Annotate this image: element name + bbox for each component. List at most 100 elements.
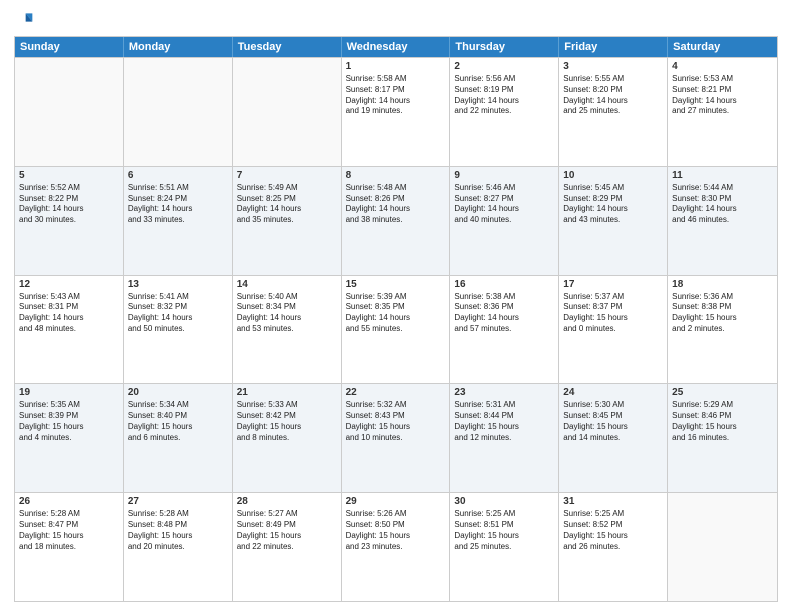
cell-info: Sunrise: 5:53 AM Sunset: 8:21 PM Dayligh… — [672, 74, 773, 117]
calendar-row-4: 26 Sunrise: 5:28 AM Sunset: 8:47 PM Dayli… — [15, 492, 777, 601]
header-cell-saturday: Saturday — [668, 37, 777, 57]
header-cell-tuesday: Tuesday — [233, 37, 342, 57]
calendar-header-row: SundayMondayTuesdayWednesdayThursdayFrid… — [15, 37, 777, 57]
day-cell-26: 26 Sunrise: 5:28 AM Sunset: 8:47 PM Dayli… — [15, 493, 124, 601]
day-cell-5: 5Sunrise: 5:52 AM Sunset: 8:22 PM Daylig… — [15, 167, 124, 275]
day-number: 22 — [346, 387, 446, 398]
logo-area — [14, 10, 38, 30]
logo-icon — [14, 10, 34, 30]
cell-info: Sunrise: 5:51 AM Sunset: 8:24 PM Dayligh… — [128, 183, 228, 226]
day-number: 27 — [128, 496, 228, 507]
day-number: 8 — [346, 170, 446, 181]
header-cell-friday: Friday — [559, 37, 668, 57]
day-cell-28: 28 Sunrise: 5:27 AM Sunset: 8:49 PM Dayli… — [233, 493, 342, 601]
day-number: 11 — [672, 170, 773, 181]
calendar-body: 1 Sunrise: 5:58 AM Sunset: 8:17 PM Daylig… — [15, 57, 777, 601]
day-number: 21 — [237, 387, 337, 398]
day-cell-1: 1 Sunrise: 5:58 AM Sunset: 8:17 PM Daylig… — [342, 58, 451, 166]
empty-cell — [668, 493, 777, 601]
day-number: 26 — [19, 496, 119, 507]
day-cell-6: 6 Sunrise: 5:51 AM Sunset: 8:24 PM Daylig… — [124, 167, 233, 275]
cell-info: Sunrise: 5:34 AM Sunset: 8:40 PM Dayligh… — [128, 400, 228, 443]
day-cell-13: 13 Sunrise: 5:41 AM Sunset: 8:32 PM Dayli… — [124, 276, 233, 384]
day-number: 2 — [454, 61, 554, 72]
header-cell-monday: Monday — [124, 37, 233, 57]
day-number: 4 — [672, 61, 773, 72]
day-cell-4: 4 Sunrise: 5:53 AM Sunset: 8:21 PM Daylig… — [668, 58, 777, 166]
day-number: 6 — [128, 170, 228, 181]
day-cell-24: 24Sunrise: 5:30 AM Sunset: 8:45 PM Dayli… — [559, 384, 668, 492]
cell-info: Sunrise: 5:25 AM Sunset: 8:52 PM Dayligh… — [563, 509, 663, 552]
calendar-row-0: 1 Sunrise: 5:58 AM Sunset: 8:17 PM Daylig… — [15, 57, 777, 166]
day-cell-25: 25Sunrise: 5:29 AM Sunset: 8:46 PM Dayli… — [668, 384, 777, 492]
cell-info: Sunrise: 5:35 AM Sunset: 8:39 PM Dayligh… — [19, 400, 119, 443]
day-number: 7 — [237, 170, 337, 181]
calendar-row-1: 5Sunrise: 5:52 AM Sunset: 8:22 PM Daylig… — [15, 166, 777, 275]
day-cell-19: 19 Sunrise: 5:35 AM Sunset: 8:39 PM Dayli… — [15, 384, 124, 492]
day-number: 9 — [454, 170, 554, 181]
cell-info: Sunrise: 5:27 AM Sunset: 8:49 PM Dayligh… — [237, 509, 337, 552]
day-cell-29: 29Sunrise: 5:26 AM Sunset: 8:50 PM Dayli… — [342, 493, 451, 601]
cell-info: Sunrise: 5:37 AM Sunset: 8:37 PM Dayligh… — [563, 292, 663, 335]
day-number: 23 — [454, 387, 554, 398]
day-cell-16: 16Sunrise: 5:38 AM Sunset: 8:36 PM Dayli… — [450, 276, 559, 384]
cell-info: Sunrise: 5:31 AM Sunset: 8:44 PM Dayligh… — [454, 400, 554, 443]
cell-info: Sunrise: 5:25 AM Sunset: 8:51 PM Dayligh… — [454, 509, 554, 552]
day-cell-18: 18 Sunrise: 5:36 AM Sunset: 8:38 PM Dayli… — [668, 276, 777, 384]
day-cell-31: 31Sunrise: 5:25 AM Sunset: 8:52 PM Dayli… — [559, 493, 668, 601]
header-cell-wednesday: Wednesday — [342, 37, 451, 57]
cell-info: Sunrise: 5:49 AM Sunset: 8:25 PM Dayligh… — [237, 183, 337, 226]
day-number: 29 — [346, 496, 446, 507]
day-cell-23: 23 Sunrise: 5:31 AM Sunset: 8:44 PM Dayli… — [450, 384, 559, 492]
empty-cell — [233, 58, 342, 166]
page: SundayMondayTuesdayWednesdayThursdayFrid… — [0, 0, 792, 612]
cell-info: Sunrise: 5:38 AM Sunset: 8:36 PM Dayligh… — [454, 292, 554, 335]
cell-info: Sunrise: 5:56 AM Sunset: 8:19 PM Dayligh… — [454, 74, 554, 117]
day-cell-20: 20 Sunrise: 5:34 AM Sunset: 8:40 PM Dayli… — [124, 384, 233, 492]
cell-info: Sunrise: 5:45 AM Sunset: 8:29 PM Dayligh… — [563, 183, 663, 226]
cell-info: Sunrise: 5:55 AM Sunset: 8:20 PM Dayligh… — [563, 74, 663, 117]
day-cell-9: 9 Sunrise: 5:46 AM Sunset: 8:27 PM Daylig… — [450, 167, 559, 275]
calendar-row-3: 19 Sunrise: 5:35 AM Sunset: 8:39 PM Dayli… — [15, 383, 777, 492]
cell-info: Sunrise: 5:46 AM Sunset: 8:27 PM Dayligh… — [454, 183, 554, 226]
day-number: 19 — [19, 387, 119, 398]
cell-info: Sunrise: 5:58 AM Sunset: 8:17 PM Dayligh… — [346, 74, 446, 117]
header-cell-thursday: Thursday — [450, 37, 559, 57]
day-cell-30: 30 Sunrise: 5:25 AM Sunset: 8:51 PM Dayli… — [450, 493, 559, 601]
empty-cell — [124, 58, 233, 166]
day-number: 18 — [672, 279, 773, 290]
day-number: 12 — [19, 279, 119, 290]
cell-info: Sunrise: 5:40 AM Sunset: 8:34 PM Dayligh… — [237, 292, 337, 335]
day-number: 10 — [563, 170, 663, 181]
calendar-row-2: 12 Sunrise: 5:43 AM Sunset: 8:31 PM Dayli… — [15, 275, 777, 384]
day-number: 3 — [563, 61, 663, 72]
day-cell-8: 8Sunrise: 5:48 AM Sunset: 8:26 PM Daylig… — [342, 167, 451, 275]
header — [14, 10, 778, 30]
day-cell-21: 21 Sunrise: 5:33 AM Sunset: 8:42 PM Dayli… — [233, 384, 342, 492]
day-number: 28 — [237, 496, 337, 507]
day-number: 20 — [128, 387, 228, 398]
cell-info: Sunrise: 5:28 AM Sunset: 8:47 PM Dayligh… — [19, 509, 119, 552]
cell-info: Sunrise: 5:43 AM Sunset: 8:31 PM Dayligh… — [19, 292, 119, 335]
calendar: SundayMondayTuesdayWednesdayThursdayFrid… — [14, 36, 778, 602]
empty-cell — [15, 58, 124, 166]
day-number: 14 — [237, 279, 337, 290]
day-number: 25 — [672, 387, 773, 398]
logo — [14, 10, 38, 30]
day-number: 30 — [454, 496, 554, 507]
day-cell-15: 15Sunrise: 5:39 AM Sunset: 8:35 PM Dayli… — [342, 276, 451, 384]
cell-info: Sunrise: 5:30 AM Sunset: 8:45 PM Dayligh… — [563, 400, 663, 443]
cell-info: Sunrise: 5:33 AM Sunset: 8:42 PM Dayligh… — [237, 400, 337, 443]
day-cell-3: 3 Sunrise: 5:55 AM Sunset: 8:20 PM Daylig… — [559, 58, 668, 166]
cell-info: Sunrise: 5:39 AM Sunset: 8:35 PM Dayligh… — [346, 292, 446, 335]
cell-info: Sunrise: 5:36 AM Sunset: 8:38 PM Dayligh… — [672, 292, 773, 335]
day-number: 1 — [346, 61, 446, 72]
cell-info: Sunrise: 5:52 AM Sunset: 8:22 PM Dayligh… — [19, 183, 119, 226]
header-cell-sunday: Sunday — [15, 37, 124, 57]
day-cell-27: 27Sunrise: 5:28 AM Sunset: 8:48 PM Dayli… — [124, 493, 233, 601]
day-cell-17: 17Sunrise: 5:37 AM Sunset: 8:37 PM Dayli… — [559, 276, 668, 384]
day-cell-7: 7 Sunrise: 5:49 AM Sunset: 8:25 PM Daylig… — [233, 167, 342, 275]
day-cell-14: 14 Sunrise: 5:40 AM Sunset: 8:34 PM Dayli… — [233, 276, 342, 384]
day-number: 13 — [128, 279, 228, 290]
cell-info: Sunrise: 5:41 AM Sunset: 8:32 PM Dayligh… — [128, 292, 228, 335]
